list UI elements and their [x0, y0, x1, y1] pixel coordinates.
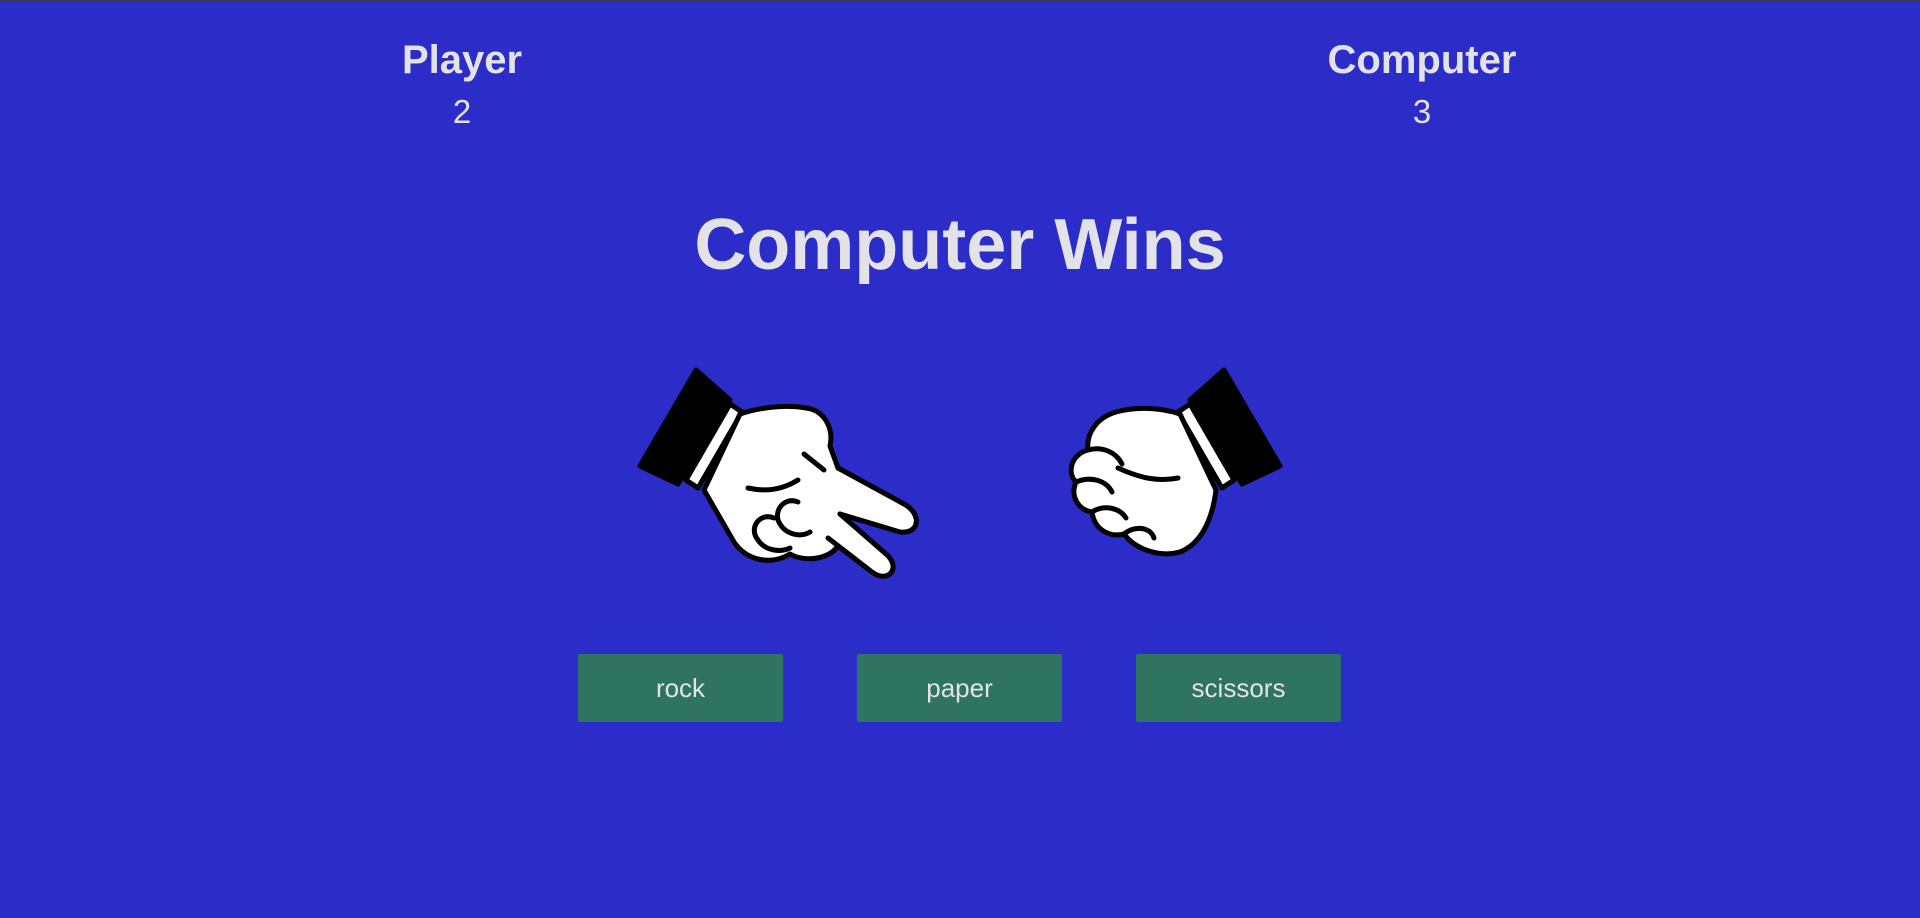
computer-score-panel: Computer 3: [1272, 36, 1572, 132]
player-score: 2: [452, 93, 472, 130]
scissors-button[interactable]: scissors: [1136, 654, 1341, 722]
paper-button[interactable]: paper: [857, 654, 1062, 722]
round-result-heading: Computer Wins: [694, 205, 1226, 285]
player-label: Player: [401, 38, 523, 82]
choice-buttons: rock paper scissors: [0, 654, 1920, 722]
rock-fist-icon: [1068, 367, 1283, 557]
computer-score: 3: [1412, 93, 1432, 130]
rock-button[interactable]: rock: [578, 654, 783, 722]
window-top-border: [0, 0, 1920, 2]
computer-label: Computer: [1327, 38, 1517, 82]
player-score-panel: Player 2: [312, 36, 612, 132]
scissors-hand-icon: [637, 367, 919, 579]
